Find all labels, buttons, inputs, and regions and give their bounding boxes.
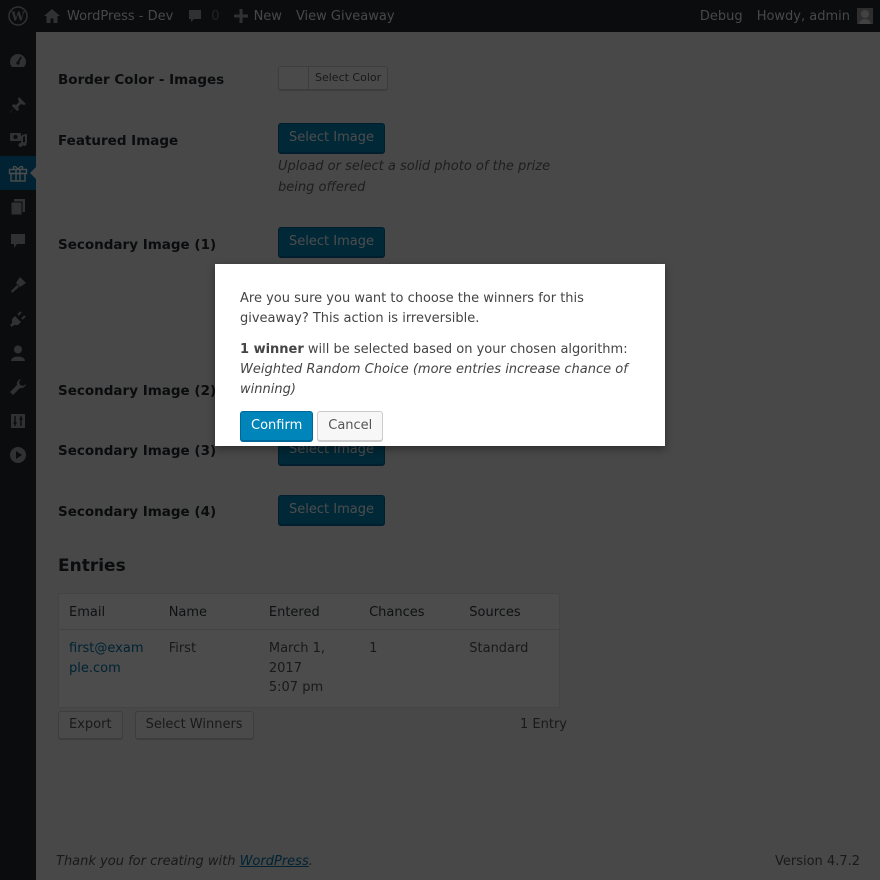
confirm-button[interactable]: Confirm <box>240 411 314 441</box>
algorithm-name: Weighted Random Choice (more entries inc… <box>240 362 628 397</box>
winner-info: 1 winner will be selected based on your … <box>240 340 640 400</box>
confirm-question: Are you sure you want to choose the winn… <box>240 291 584 326</box>
winner-count: 1 winner <box>240 342 304 357</box>
cancel-button[interactable]: Cancel <box>317 411 384 441</box>
confirm-winners-dialog: Are you sure you want to choose the winn… <box>215 264 665 446</box>
winner-text: will be selected based on your chosen al… <box>303 342 628 357</box>
